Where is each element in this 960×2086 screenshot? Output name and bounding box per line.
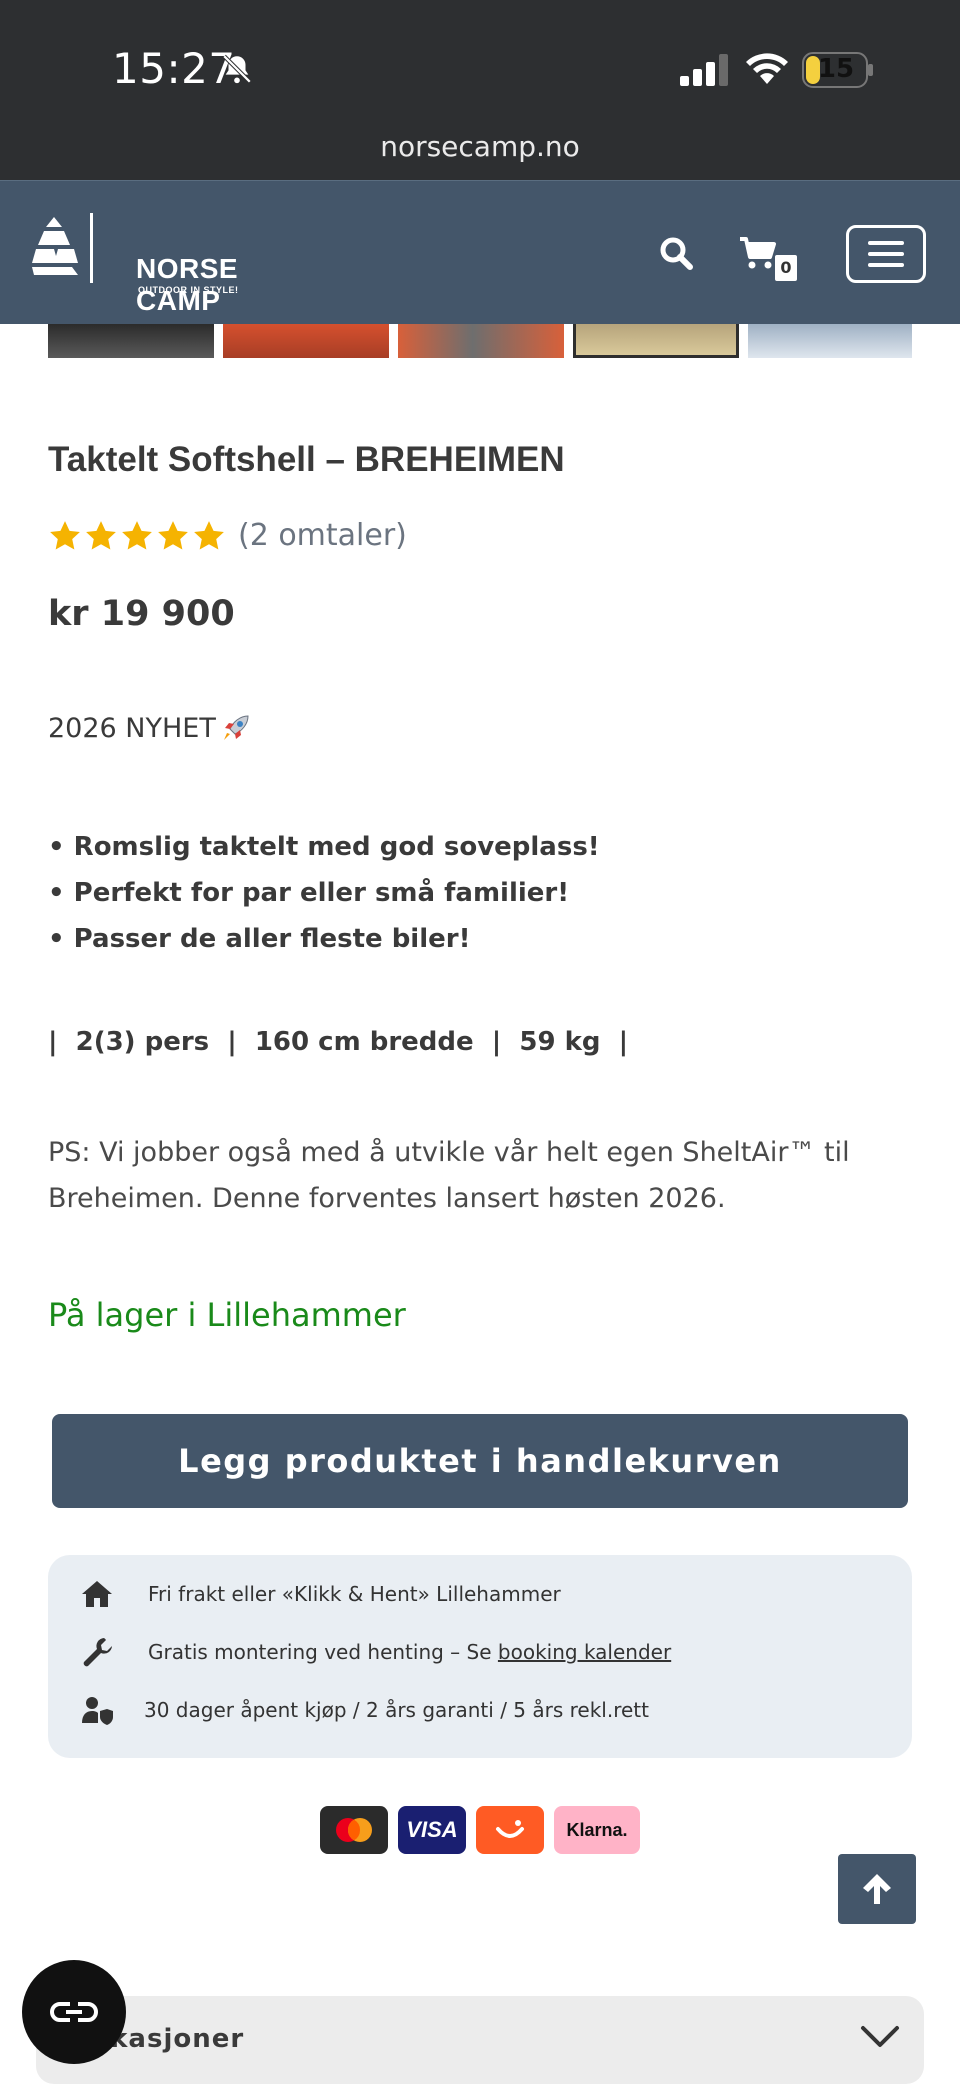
gallery-thumbnail[interactable] xyxy=(398,324,564,358)
news-text: 2026 NYHET xyxy=(48,712,216,744)
gallery-thumbnails xyxy=(48,324,912,358)
cookie-consent-button[interactable] xyxy=(22,1960,126,2064)
specifications-accordion[interactable]: ifikasjoner xyxy=(36,1996,924,2084)
add-to-cart-button[interactable]: Legg produktet i handlekurven xyxy=(52,1414,908,1508)
product-title: Taktelt Softshell – BREHEIMEN xyxy=(48,440,565,479)
feature-item: • Passer de aller fleste biler! xyxy=(48,924,471,954)
menu-button[interactable] xyxy=(846,225,926,283)
feature-list: • Romslig taktelt med god soveplass! • P… xyxy=(48,824,600,962)
url-bar[interactable]: norsecamp.no xyxy=(0,130,960,163)
product-price: kr 19 900 xyxy=(48,594,235,634)
shipping-text: Fri frakt eller «Klikk & Hent» Lillehamm… xyxy=(148,1582,561,1606)
product-rating[interactable]: (2 omtaler) xyxy=(48,518,407,553)
home-icon xyxy=(82,1581,112,1607)
gallery-thumbnail[interactable] xyxy=(48,324,214,358)
status-time: 15:27 xyxy=(112,44,236,93)
star-icon xyxy=(122,520,152,549)
feature-item: • Perfekt for par eller små familier! xyxy=(48,878,570,908)
info-box: Fri frakt eller «Klikk & Hent» Lillehamm… xyxy=(48,1555,912,1758)
star-icon xyxy=(50,520,80,549)
guarantee-row: 30 dager åpent kjøp / 2 års garanti / 5 … xyxy=(80,1693,649,1727)
mastercard-icon xyxy=(320,1806,388,1854)
stock-status: På lager i Lillehammer xyxy=(48,1296,406,1334)
logo-mark-icon xyxy=(32,213,93,283)
product-specs: | 2(3) pers | 160 cm bredde | 59 kg | xyxy=(48,1027,629,1057)
feature-item: • Romslig taktelt med god soveplass! xyxy=(48,832,600,862)
chevron-down-icon xyxy=(861,2026,899,2047)
vipps-icon xyxy=(476,1806,544,1854)
site-header: NORSE CAMP OUTDOOR IN STYLE! 0 xyxy=(0,180,960,324)
gallery-thumbnail[interactable] xyxy=(223,324,389,358)
shipping-row: Fri frakt eller «Klikk & Hent» Lillehamm… xyxy=(80,1577,561,1611)
rating-stars xyxy=(48,519,226,553)
battery-level: 15 xyxy=(817,54,855,84)
gallery-thumbnail[interactable] xyxy=(748,324,912,358)
cookie-icon xyxy=(50,2002,98,2022)
search-icon[interactable] xyxy=(658,235,694,271)
star-icon xyxy=(86,520,116,549)
arrow-up-icon xyxy=(863,1874,891,1904)
signal-icon xyxy=(680,54,728,86)
user-shield-icon xyxy=(82,1697,113,1725)
logo[interactable]: NORSE CAMP OUTDOOR IN STYLE! xyxy=(32,209,282,316)
review-count-link[interactable]: (2 omtaler) xyxy=(238,518,407,553)
menu-icon xyxy=(868,241,904,245)
mounting-row: Gratis montering ved henting – Se bookin… xyxy=(80,1635,671,1669)
star-icon xyxy=(194,520,224,549)
klarna-icon: Klarna. xyxy=(554,1806,640,1854)
gallery-thumbnail-active[interactable] xyxy=(573,324,739,358)
news-label: 2026 NYHET xyxy=(48,712,252,744)
mounting-text: Gratis montering ved henting – Se bookin… xyxy=(148,1640,671,1664)
visa-icon: VISA xyxy=(398,1806,466,1854)
wifi-icon xyxy=(746,53,788,84)
bell-slash-icon xyxy=(222,54,252,84)
payment-methods: VISA Klarna. xyxy=(320,1806,640,1854)
booking-calendar-link[interactable]: booking kalender xyxy=(498,1640,671,1664)
star-icon xyxy=(158,520,188,549)
rocket-icon xyxy=(223,715,249,740)
mounting-prefix: Gratis montering ved henting – Se xyxy=(148,1640,498,1664)
wrench-icon xyxy=(83,1638,112,1667)
ps-note: PS: Vi jobber også med å utvikle vår hel… xyxy=(48,1137,850,1214)
logo-tagline: OUTDOOR IN STYLE! xyxy=(138,285,239,295)
battery-icon: 15 xyxy=(802,52,874,88)
back-to-top-button[interactable] xyxy=(838,1854,916,1924)
guarantee-text: 30 dager åpent kjøp / 2 års garanti / 5 … xyxy=(144,1698,649,1722)
cart-count-badge: 0 xyxy=(773,253,799,283)
status-bar: 15:27 15 norsecamp.no xyxy=(0,0,960,180)
